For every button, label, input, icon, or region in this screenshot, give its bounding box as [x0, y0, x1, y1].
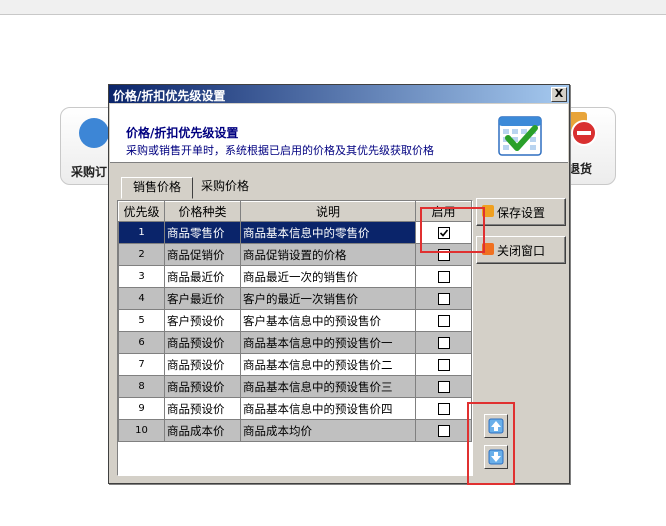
cell-enabled	[415, 353, 472, 376]
cell-enabled	[415, 397, 472, 420]
cell-description[interactable]: 商品促销设置的价格	[240, 243, 416, 266]
col-header-type[interactable]: 价格种类	[164, 201, 241, 222]
col-header-desc[interactable]: 说明	[240, 201, 416, 222]
col-header-priority[interactable]: 优先级	[118, 201, 165, 222]
dialog-title: 价格/折扣优先级设置	[113, 89, 226, 103]
dialog-header: 价格/折扣优先级设置 采购或销售开单时，系统根据已启用的价格及其优先级获取价格	[110, 104, 568, 163]
enabled-checkbox[interactable]	[437, 293, 450, 305]
stop-icon	[571, 120, 597, 146]
header-description: 采购或销售开单时，系统根据已启用的价格及其优先级获取价格	[126, 144, 434, 157]
cell-description[interactable]: 商品最近一次的销售价	[240, 265, 416, 288]
table-header-row: 优先级 价格种类 说明 启用	[118, 201, 472, 222]
table-row[interactable]: 10 商品成本价 商品成本均价	[118, 419, 472, 442]
cell-description[interactable]: 客户的最近一次销售价	[240, 287, 416, 310]
table-row[interactable]: 3 商品最近价 商品最近一次的销售价	[118, 265, 472, 288]
cell-description[interactable]: 商品基本信息中的预设售价四	[240, 397, 416, 420]
table-row[interactable]: 9 商品预设价 商品基本信息中的预设售价四	[118, 397, 472, 420]
cell-enabled	[415, 309, 472, 332]
enabled-checkbox[interactable]	[437, 359, 450, 371]
close-button-label: 关闭窗口	[497, 244, 546, 258]
table-row[interactable]: 7 商品预设价 商品基本信息中的预设售价二	[118, 353, 472, 376]
enabled-checkbox[interactable]	[437, 271, 450, 283]
enabled-checkbox[interactable]	[437, 337, 450, 349]
table-row[interactable]: 1 商品零售价 商品基本信息中的零售价	[118, 221, 472, 244]
bg-return-label: 退货	[568, 162, 593, 176]
cell-priority[interactable]: 4	[118, 287, 165, 310]
table-row[interactable]: 8 商品预设价 商品基本信息中的预设售价三	[118, 375, 472, 398]
cell-priority[interactable]: 2	[118, 243, 165, 266]
cell-description[interactable]: 商品基本信息中的预设售价二	[240, 353, 416, 376]
price-table: 优先级 价格种类 说明 启用 1 商品零售价 商品基本信息中的零售价 2 商品促销价 商品…	[118, 201, 472, 442]
enabled-checkbox[interactable]	[437, 381, 450, 393]
cell-priority[interactable]: 10	[118, 419, 165, 442]
header-title: 价格/折扣优先级设置	[126, 126, 239, 140]
highlight-box-enabled	[420, 207, 485, 253]
table-row[interactable]: 5 客户预设价 客户基本信息中的预设售价	[118, 309, 472, 332]
cell-price-type[interactable]: 商品预设价	[164, 331, 241, 354]
cell-priority[interactable]: 6	[118, 331, 165, 354]
close-window-button[interactable]: 关闭窗口	[476, 236, 566, 264]
cell-priority[interactable]: 8	[118, 375, 165, 398]
table-row[interactable]: 6 商品预设价 商品基本信息中的预设售价一	[118, 331, 472, 354]
cell-price-type[interactable]: 商品预设价	[164, 397, 241, 420]
cell-description[interactable]: 商品基本信息中的零售价	[240, 221, 416, 244]
cell-description[interactable]: 商品基本信息中的预设售价三	[240, 375, 416, 398]
dialog-titlebar[interactable]: 价格/折扣优先级设置 X	[109, 85, 569, 103]
cell-priority[interactable]: 5	[118, 309, 165, 332]
cell-enabled	[415, 331, 472, 354]
cell-enabled	[415, 419, 472, 442]
cell-price-type[interactable]: 商品最近价	[164, 265, 241, 288]
table-row[interactable]: 4 客户最近价 客户的最近一次销售价	[118, 287, 472, 310]
cell-enabled	[415, 265, 472, 288]
enabled-checkbox[interactable]	[437, 315, 450, 327]
cell-price-type[interactable]: 商品预设价	[164, 353, 241, 376]
cell-price-type[interactable]: 商品零售价	[164, 221, 241, 244]
cell-price-type[interactable]: 商品预设价	[164, 375, 241, 398]
enabled-checkbox[interactable]	[437, 403, 450, 415]
cell-price-type[interactable]: 客户最近价	[164, 287, 241, 310]
save-settings-button[interactable]: 保存设置	[476, 198, 566, 226]
cell-description[interactable]: 商品成本均价	[240, 419, 416, 442]
tab-purchase-price[interactable]: 采购价格	[193, 177, 257, 196]
calendar-check-icon	[498, 116, 542, 156]
cell-enabled	[415, 287, 472, 310]
cell-priority[interactable]: 7	[118, 353, 165, 376]
cell-price-type[interactable]: 商品促销价	[164, 243, 241, 266]
cell-price-type[interactable]: 客户预设价	[164, 309, 241, 332]
cell-description[interactable]: 客户基本信息中的预设售价	[240, 309, 416, 332]
enabled-checkbox[interactable]	[437, 425, 450, 437]
table-row[interactable]: 2 商品促销价 商品促销设置的价格	[118, 243, 472, 266]
cell-description[interactable]: 商品基本信息中的预设售价一	[240, 331, 416, 354]
highlight-box-arrows	[467, 402, 515, 485]
cell-priority[interactable]: 1	[118, 221, 165, 244]
bg-purchase-order-label: 采购订	[71, 165, 108, 179]
window-top-bar	[0, 0, 666, 15]
cell-priority[interactable]: 3	[118, 265, 165, 288]
tab-sales-price[interactable]: 销售价格	[121, 177, 193, 199]
save-button-label: 保存设置	[497, 206, 546, 220]
phone-icon	[79, 118, 109, 148]
cell-price-type[interactable]: 商品成本价	[164, 419, 241, 442]
close-icon[interactable]: X	[551, 87, 567, 102]
cell-enabled	[415, 375, 472, 398]
cell-priority[interactable]: 9	[118, 397, 165, 420]
